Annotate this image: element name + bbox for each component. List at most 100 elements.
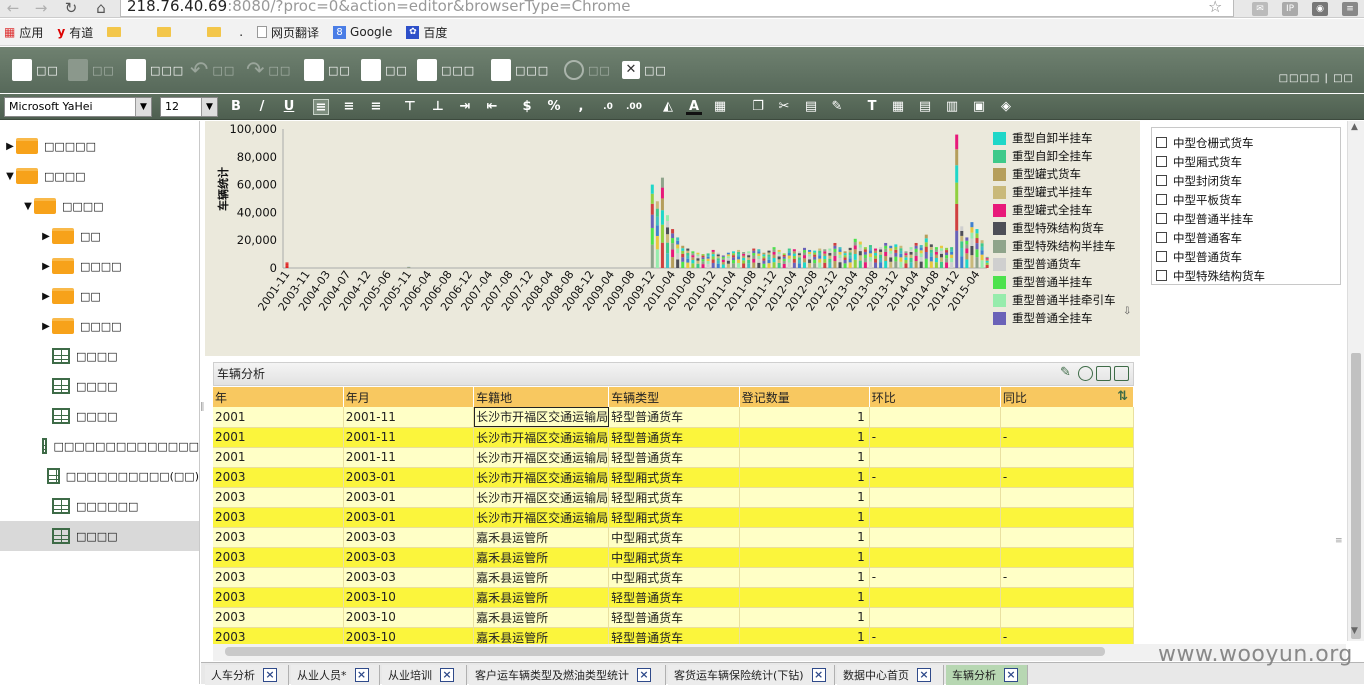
filter-option[interactable]: 中型特殊结构货车 (1156, 266, 1265, 285)
document-tab[interactable]: 客户运车辆类型及燃油类型统计× (469, 665, 666, 685)
filter-option[interactable]: 中型厢式货车 (1156, 152, 1242, 171)
table-row[interactable]: 20032003-10嘉禾县运管所轻型普通货车1-- (213, 627, 1134, 644)
extension-camera-icon[interactable]: ◉ (1312, 2, 1328, 16)
bar[interactable] (727, 253, 730, 268)
bar[interactable] (651, 185, 654, 268)
valign-bottom-icon[interactable]: ⊥ (430, 99, 446, 115)
brush-icon[interactable]: ✎ (829, 99, 845, 115)
table-cell[interactable]: 中型厢式货车 (609, 567, 740, 587)
expand-down-icon[interactable]: ▼ (4, 171, 16, 182)
table-cell[interactable]: 轻型普通货车 (609, 587, 740, 607)
table-row[interactable]: 20032003-03嘉禾县运管所中型厢式货车1 (213, 527, 1134, 547)
table-row[interactable]: 20032003-01长沙市开福区交通运输局轻型厢式货车1 (213, 507, 1134, 527)
table-row[interactable]: 20012001-11长沙市开福区交通运输局轻型普通货车1-- (213, 427, 1134, 447)
table-cell[interactable]: 长沙市开福区交通运输局 (474, 427, 609, 447)
table-cell[interactable]: 轻型厢式货车 (609, 467, 740, 487)
edit-form-button[interactable]: □□□ (417, 57, 475, 83)
components-button[interactable]: □□□ (491, 57, 549, 83)
table-cell[interactable]: 长沙市开福区交通运输局 (474, 447, 609, 467)
menu-icon[interactable]: ≡ (1342, 2, 1358, 16)
table-cell[interactable]: 长沙市开福区交通运输局 (474, 407, 609, 427)
bold-icon[interactable]: B (228, 99, 244, 115)
bar[interactable] (818, 249, 821, 268)
bookmark-folder-1[interactable] (107, 27, 125, 37)
expand-right-icon[interactable]: ▶ (40, 321, 52, 332)
home-icon[interactable]: ⌂ (90, 0, 112, 18)
table-cell[interactable]: 2001 (213, 447, 343, 467)
bar[interactable] (722, 255, 725, 268)
bar[interactable] (976, 229, 979, 268)
table-cell[interactable]: 长沙市开福区交通运输局 (474, 487, 609, 507)
table-cell[interactable] (869, 587, 1000, 607)
scroll-down-icon[interactable]: ▼ (1351, 626, 1358, 636)
bookmark-star-icon[interactable]: ☆ (1208, 0, 1222, 16)
table-cell[interactable]: 2003-03 (343, 547, 473, 567)
table-cell[interactable]: 长沙市开福区交通运输局 (474, 507, 609, 527)
bookmark-folder-2[interactable] (157, 27, 175, 37)
export-icon[interactable] (1096, 366, 1111, 381)
table-cell[interactable]: 1 (739, 527, 869, 547)
bar[interactable] (676, 237, 679, 268)
table-cell[interactable] (869, 527, 1000, 547)
tree-item[interactable]: □□□□ (0, 401, 199, 431)
table-cell[interactable]: 1 (739, 447, 869, 467)
bar[interactable] (656, 201, 659, 268)
increase-decimal-icon[interactable]: .0 (600, 99, 616, 115)
table-cell[interactable]: 2003-01 (343, 507, 473, 527)
table-cell[interactable]: 2003 (213, 487, 343, 507)
cut-icon[interactable]: ✂ (776, 99, 792, 115)
table-cell[interactable]: 轻型厢式货车 (609, 507, 740, 527)
table-cell[interactable]: 1 (739, 607, 869, 627)
checkbox[interactable] (1156, 137, 1167, 148)
align-right-icon[interactable]: ≡ (368, 99, 384, 115)
data-source-button[interactable]: □□ (304, 57, 351, 83)
bar[interactable] (696, 253, 699, 268)
column-header[interactable]: 登记数量 (739, 387, 869, 407)
bar[interactable] (920, 245, 923, 268)
column-header[interactable]: 年 (213, 387, 343, 407)
close-tab-icon[interactable]: × (637, 668, 651, 682)
bar[interactable] (894, 244, 897, 268)
table-row[interactable]: 20032003-10嘉禾县运管所轻型普通货车1 (213, 587, 1134, 607)
table-cell[interactable]: 2003-01 (343, 487, 473, 507)
extension-ip-icon[interactable]: IP (1282, 2, 1298, 16)
table-cell[interactable]: 2001-11 (343, 407, 473, 427)
bar[interactable] (889, 246, 892, 268)
bar[interactable] (783, 253, 786, 268)
close-tab-icon[interactable]: × (355, 668, 369, 682)
bookmark-google[interactable]: 8Google (333, 25, 392, 39)
italic-icon[interactable]: / (254, 99, 270, 115)
bar[interactable] (752, 249, 755, 268)
component-icon[interactable]: ◈ (998, 99, 1014, 115)
save-button[interactable]: □□ (68, 57, 115, 83)
bar[interactable] (910, 247, 913, 268)
bar[interactable] (661, 178, 664, 268)
table-cell[interactable]: 嘉禾县运管所 (474, 527, 609, 547)
bookmark-translate[interactable]: 网页翻译 (257, 24, 319, 41)
filter-option[interactable]: 中型普通客车 (1156, 228, 1242, 247)
table-cell[interactable]: - (869, 427, 1000, 447)
bar[interactable] (823, 249, 826, 268)
table-cell[interactable]: - (1000, 427, 1133, 447)
bar[interactable] (854, 239, 857, 268)
table-cell[interactable] (1000, 507, 1133, 527)
bar[interactable] (681, 246, 684, 268)
close-tab-icon[interactable]: × (812, 668, 826, 682)
bar[interactable] (859, 242, 862, 268)
tree-item[interactable]: ▶□□□□ (0, 311, 199, 341)
disable-button[interactable]: □□ (564, 57, 611, 83)
chart-icon[interactable]: ▥ (944, 99, 960, 115)
table-cell[interactable]: 2003 (213, 507, 343, 527)
bar[interactable] (407, 267, 410, 268)
bar[interactable] (864, 247, 867, 268)
copy-format-icon[interactable]: ❐ (750, 99, 766, 115)
bookmark-apps[interactable]: ▦应用 (4, 24, 43, 41)
document-tab[interactable]: 从业人员*× (291, 665, 380, 685)
bar[interactable] (712, 250, 715, 268)
table-row[interactable]: 20012001-11长沙市开福区交通运输局轻型普通货车1 (213, 407, 1134, 427)
bar[interactable] (833, 243, 836, 268)
table-cell[interactable]: 轻型普通货车 (609, 407, 740, 427)
bar[interactable] (828, 249, 831, 268)
image-icon[interactable]: ▣ (971, 99, 987, 115)
filter-option[interactable]: 中型仓栅式货车 (1156, 133, 1254, 152)
